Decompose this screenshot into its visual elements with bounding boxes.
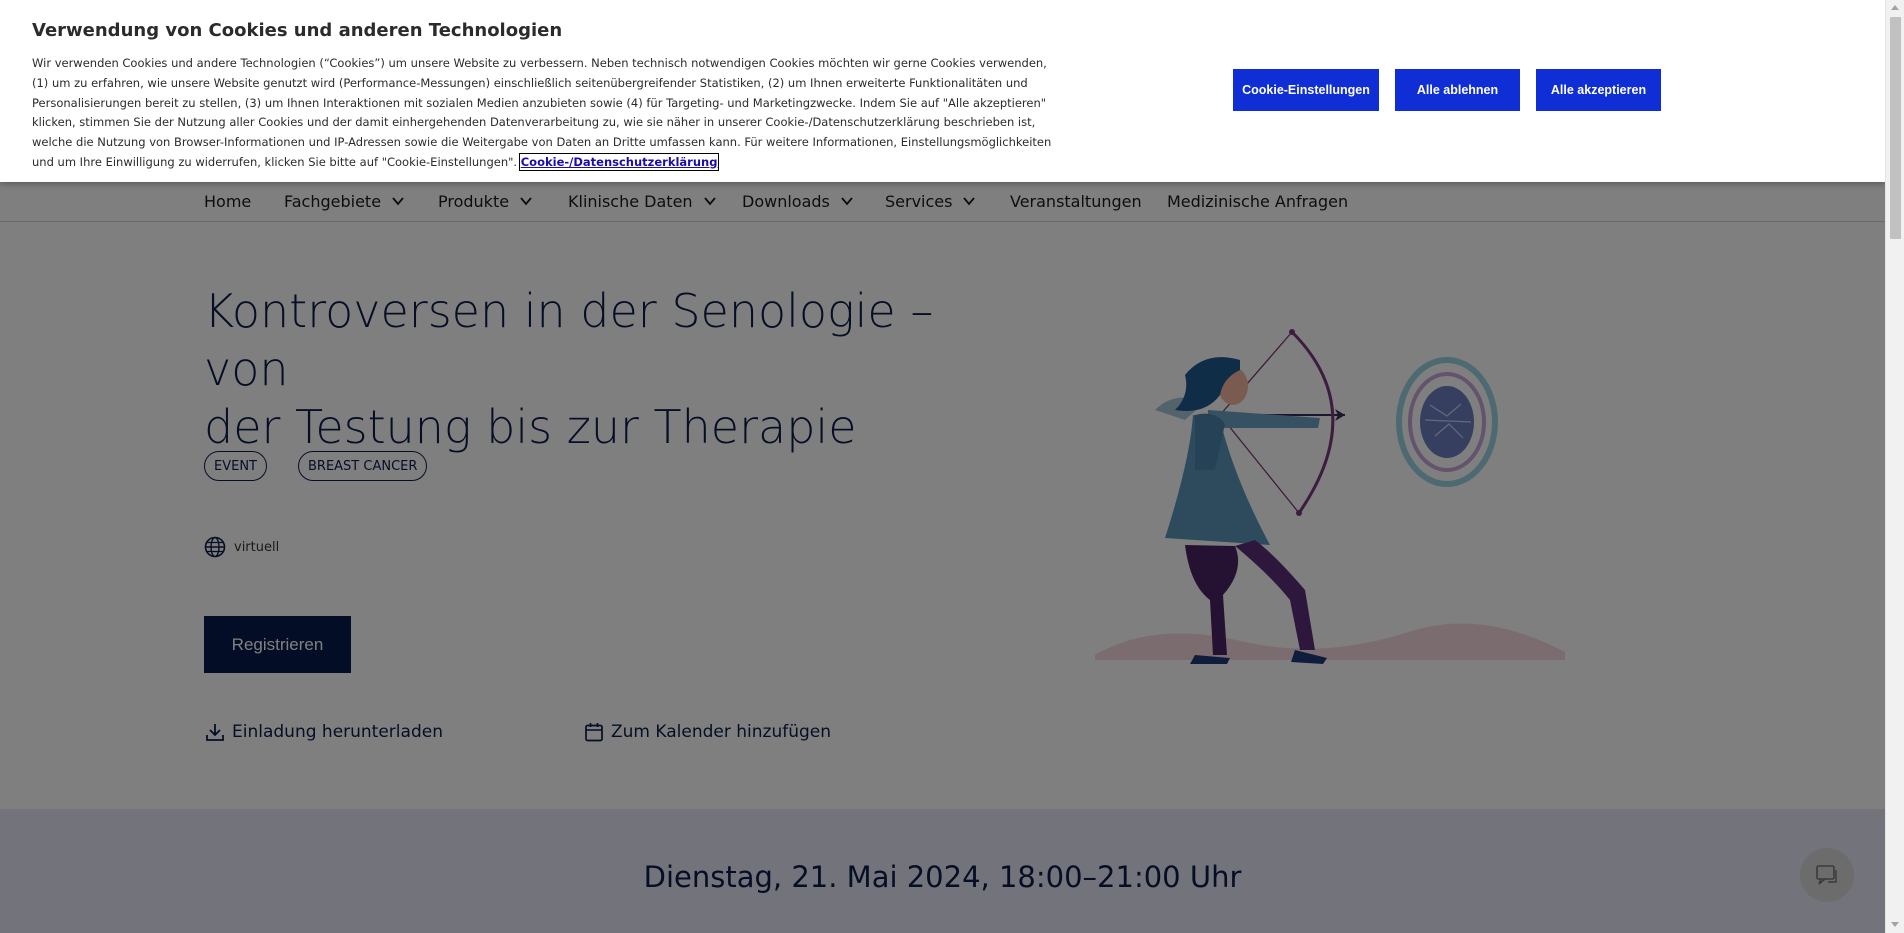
scroll-down-arrow-icon[interactable] [1891,922,1899,927]
cookie-banner-text: Wir verwenden Cookies und andere Technol… [32,54,1052,173]
cookie-banner: Verwendung von Cookies und anderen Techn… [0,0,1885,182]
cookie-banner-body: Wir verwenden Cookies und andere Technol… [32,56,1052,169]
reject-all-button[interactable]: Alle ablehnen [1395,69,1520,111]
privacy-policy-link[interactable]: Cookie-/Datenschutzerklärung [518,152,720,171]
cookie-settings-button[interactable]: Cookie-Einstellungen [1233,69,1379,111]
vertical-scrollbar[interactable] [1885,0,1904,933]
cookie-overlay [0,182,1885,933]
accept-all-button[interactable]: Alle akzeptieren [1536,69,1661,111]
scrollbar-thumb[interactable] [1890,17,1901,239]
cookie-banner-title: Verwendung von Cookies und anderen Techn… [32,20,563,41]
scroll-up-arrow-icon[interactable] [1891,5,1899,10]
